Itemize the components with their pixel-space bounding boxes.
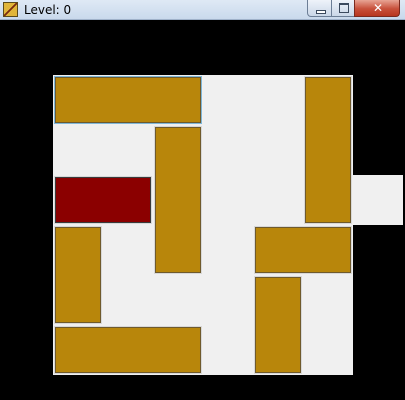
app-icon[interactable] (3, 2, 18, 17)
game-board (53, 75, 353, 375)
target-block[interactable] (55, 177, 151, 223)
block-vertical-3[interactable] (55, 227, 101, 323)
minimize-button[interactable] (307, 0, 332, 17)
block-horizontal-1[interactable] (55, 77, 201, 123)
block-vertical-1[interactable] (305, 77, 351, 223)
title-bar[interactable]: Level: 0 ✕ (0, 0, 405, 20)
close-icon: ✕ (372, 1, 384, 15)
maximize-icon (339, 3, 349, 13)
window-title: Level: 0 (24, 3, 72, 17)
maximize-button[interactable] (331, 0, 355, 17)
exit-opening (353, 175, 403, 225)
block-vertical-2[interactable] (155, 127, 201, 273)
block-horizontal-3[interactable] (55, 327, 201, 373)
close-button[interactable]: ✕ (354, 0, 400, 17)
block-vertical-4[interactable] (255, 277, 301, 373)
block-horizontal-2[interactable] (255, 227, 351, 273)
minimize-icon (316, 10, 326, 14)
